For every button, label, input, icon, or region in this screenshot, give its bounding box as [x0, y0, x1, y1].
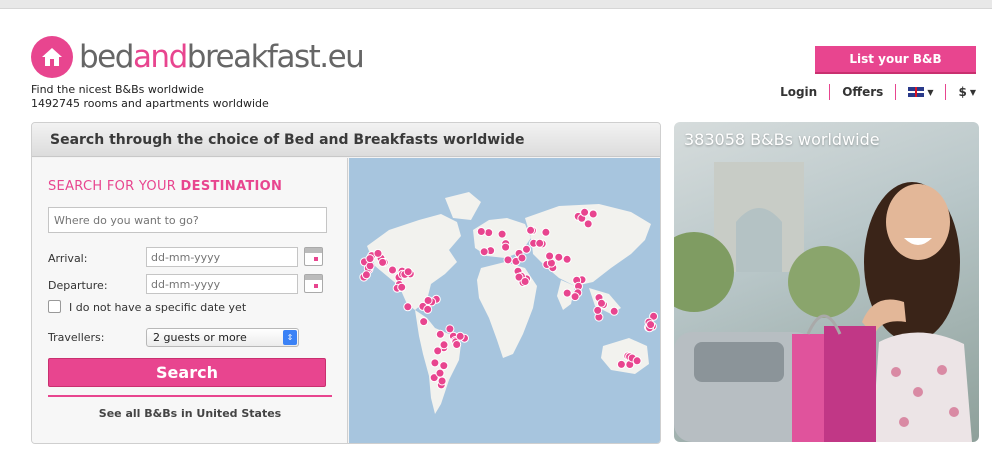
page: bedandbreakfast.eu Find the nicest B&Bs … [0, 0, 992, 459]
top-nav: Login Offers ▼ $ ▼ [768, 84, 976, 100]
map-pin-icon[interactable] [361, 270, 371, 280]
map-pin-icon[interactable] [479, 247, 489, 257]
search-panel: Search through the choice of Bed and Bre… [31, 122, 661, 444]
map-pin-icon[interactable] [583, 219, 593, 229]
map-pin-icon[interactable] [403, 267, 413, 277]
map-pin-icon[interactable] [452, 340, 462, 349]
map-pin-icon[interactable] [522, 244, 531, 254]
world-map[interactable] [349, 158, 660, 443]
map-pin-icon[interactable] [419, 317, 429, 327]
logo-text-bed: bed [79, 38, 134, 75]
map-pin-icon[interactable] [646, 320, 656, 330]
browser-top-strip [0, 0, 992, 9]
chevron-down-icon: ▼ [927, 87, 934, 97]
arrival-date-input[interactable] [146, 247, 298, 267]
currency-symbol: $ [958, 85, 967, 99]
map-pin-icon[interactable] [517, 253, 527, 263]
map-pin-icon[interactable] [570, 292, 580, 302]
map-pin-icon[interactable] [535, 238, 545, 248]
logo-text-eu: .eu [319, 38, 365, 75]
destination-heading: SEARCH FOR YOUR DESTINATION [48, 179, 282, 194]
map-pin-icon[interactable] [439, 340, 449, 350]
login-link[interactable]: Login [768, 84, 831, 100]
bnb-count-title: 383058 B&Bs worldwide [684, 130, 880, 149]
map-pin-icon[interactable] [562, 254, 572, 264]
hero-image: 383058 B&Bs worldwide [674, 122, 979, 442]
map-pin-icon[interactable] [397, 282, 407, 292]
divider [48, 395, 332, 397]
tagline: Find the nicest B&Bs worldwide [31, 83, 204, 96]
map-pin-icon[interactable] [593, 305, 603, 315]
map-pin-icon[interactable] [445, 324, 455, 334]
site-logo[interactable]: bedandbreakfast.eu [31, 36, 365, 78]
map-pin-icon[interactable] [439, 361, 449, 371]
map-pin-icon[interactable] [365, 254, 375, 264]
map-pin-icon[interactable] [476, 227, 486, 236]
map-pin-icon[interactable] [497, 229, 507, 239]
map-pin-icon[interactable] [545, 251, 555, 261]
logo-text-breakfast: breakfast [186, 38, 321, 75]
no-date-checkbox[interactable] [48, 300, 61, 313]
travellers-value: 2 guests or more [153, 331, 247, 344]
map-pin-icon[interactable] [365, 261, 375, 271]
departure-label: Departure: [48, 279, 108, 292]
departure-date-input[interactable] [146, 274, 298, 294]
hero-photo-illustration [674, 162, 972, 442]
destination-input[interactable] [48, 207, 327, 233]
map-pin-icon[interactable] [455, 331, 465, 341]
language-dropdown[interactable]: ▼ [896, 84, 947, 100]
destination-heading-strong: DESTINATION [180, 179, 283, 194]
map-pin-icon[interactable] [609, 306, 619, 316]
offers-link[interactable]: Offers [830, 84, 897, 100]
map-pin-icon[interactable] [378, 257, 388, 267]
currency-dropdown[interactable]: $ ▼ [946, 84, 976, 100]
chevron-down-icon: ▼ [969, 87, 976, 97]
map-pin-icon[interactable] [562, 288, 572, 298]
search-button[interactable]: Search [48, 358, 326, 387]
map-pin-icon[interactable] [632, 356, 642, 366]
destination-heading-prefix: SEARCH FOR YOUR [48, 179, 181, 194]
map-pin-icon[interactable] [423, 304, 433, 314]
map-pin-icon[interactable] [437, 376, 447, 386]
house-logo-icon [31, 36, 73, 78]
rooms-count: 1492745 rooms and apartments worldwide [31, 97, 269, 110]
search-panel-title: Search through the choice of Bed and Bre… [32, 123, 660, 157]
world-map-svg [359, 192, 659, 414]
map-pin-icon[interactable] [616, 359, 626, 369]
map-pin-icon[interactable] [541, 227, 551, 237]
map-pin-icon[interactable] [520, 277, 530, 286]
map-pin-icon[interactable] [554, 252, 564, 262]
list-your-bnb-button[interactable]: List your B&B [815, 46, 976, 74]
map-pin-icon[interactable] [403, 302, 413, 312]
map-pin-icon[interactable] [430, 358, 440, 368]
travellers-select[interactable]: 2 guests or more ⇕ [146, 328, 299, 347]
logo-text-and: and [132, 38, 188, 75]
map-pin-icon[interactable] [501, 242, 511, 252]
map-pin-icon[interactable] [588, 209, 598, 219]
no-date-label: I do not have a specific date yet [69, 301, 247, 314]
arrival-label: Arrival: [48, 252, 88, 265]
map-pin-icon[interactable] [580, 207, 590, 217]
map-pin-icon[interactable] [423, 296, 433, 305]
calendar-icon[interactable] [304, 274, 323, 293]
logo-wordmark: bedandbreakfast.eu [79, 38, 365, 75]
map-pin-icon[interactable] [484, 228, 494, 238]
map-pin-icon[interactable] [435, 368, 445, 378]
map-pin-icon[interactable] [503, 255, 513, 265]
see-all-link[interactable]: See all B&Bs in United States [32, 407, 348, 420]
map-pin-icon[interactable] [526, 225, 536, 235]
search-form: SEARCH FOR YOUR DESTINATION Arrival: Dep… [32, 158, 348, 443]
travellers-label: Travellers: [48, 331, 105, 344]
uk-flag-icon [908, 87, 925, 97]
map-pin-icon[interactable] [435, 329, 445, 339]
map-pin-icon[interactable] [373, 248, 383, 258]
map-pin-icon[interactable] [388, 265, 397, 275]
calendar-icon[interactable] [304, 247, 323, 266]
map-pin-icon[interactable] [433, 346, 443, 356]
select-arrow-icon: ⇕ [283, 330, 297, 345]
